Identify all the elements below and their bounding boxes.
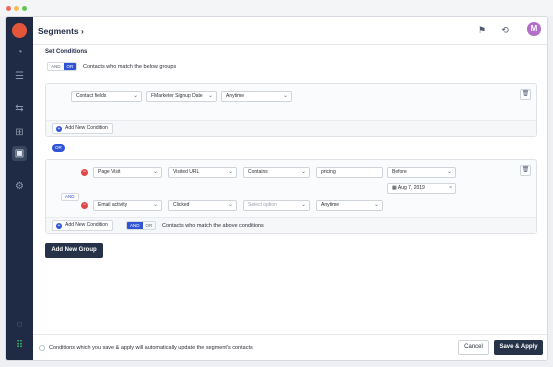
announcement-icon[interactable]: ⚑: [476, 24, 488, 36]
segment-editor: Set Conditions AND OR Contacts who match…: [33, 45, 547, 334]
option-select[interactable]: Select option ⌄: [243, 200, 310, 211]
save-apply-button[interactable]: Save & Apply: [494, 340, 543, 355]
conditions-and-tag[interactable]: AND: [61, 193, 79, 201]
info-icon: [39, 345, 45, 351]
delete-group-icon[interactable]: 🗑: [520, 165, 531, 176]
page-header: Segments › ⚑ ⟲ M: [33, 17, 547, 45]
chevron-down-icon: ⌄: [446, 169, 452, 175]
remove-condition-icon[interactable]: −: [81, 169, 88, 176]
conditions-and-or-toggle[interactable]: AND OR: [126, 221, 157, 230]
chevron-down-icon: ⌄: [152, 202, 158, 208]
help-icon[interactable]: ◌: [12, 317, 27, 332]
field-select[interactable]: Clicked ⌄: [168, 200, 237, 211]
or-option[interactable]: OR: [63, 63, 77, 70]
groups-and-or-toggle[interactable]: AND OR: [47, 62, 78, 71]
brand-logo-icon[interactable]: [12, 23, 27, 38]
or-option[interactable]: OR: [143, 222, 156, 229]
app-frame: ◔ ☰ ⇆ ⊞ ▣ ⚙ ◌ ⠿ Segments › ⚑ ⟲ M Set Con…: [5, 16, 548, 361]
group-footer: + Add New Condition AND OR Contacts who m…: [46, 217, 536, 233]
field-select[interactable]: Visited URL ⌄: [168, 167, 237, 178]
footer-note: Conditions which you save & apply will a…: [49, 345, 253, 351]
switch-icon[interactable]: ⟲: [499, 24, 511, 36]
calendar-icon: ▦: [392, 185, 397, 191]
remove-condition-icon[interactable]: −: [81, 202, 88, 209]
page-title[interactable]: Segments ›: [38, 26, 84, 36]
maximize-window-dot[interactable]: [22, 6, 27, 11]
filter-icon[interactable]: ☰: [12, 69, 27, 84]
chevron-down-icon: ⌄: [300, 202, 306, 208]
and-option[interactable]: AND: [48, 63, 64, 70]
plus-icon: +: [56, 223, 62, 229]
chevron-down-icon: ⌄: [227, 169, 233, 175]
groups-match-text: Contacts who match the below groups: [83, 64, 177, 70]
date-input[interactable]: ▦ Aug 7, 2019 ×: [387, 183, 456, 194]
chevron-down-icon: ⌄: [282, 93, 288, 99]
add-new-condition-button[interactable]: + Add New Condition: [52, 123, 113, 134]
field-type-select[interactable]: Email activity ⌄: [93, 200, 162, 211]
operator-select[interactable]: Contains ⌄: [243, 167, 310, 178]
window-titlebar: [0, 0, 553, 16]
chevron-down-icon: ⌄: [207, 93, 213, 99]
chevron-down-icon: ⌄: [152, 169, 158, 175]
value-input[interactable]: pricing: [316, 167, 383, 178]
chevron-down-icon: ⌄: [373, 202, 379, 208]
minimize-window-dot[interactable]: [14, 6, 19, 11]
field-type-select[interactable]: Page Visit ⌄: [93, 167, 162, 178]
and-option[interactable]: AND: [127, 222, 143, 229]
chevron-down-icon: ⌄: [300, 169, 306, 175]
time-select[interactable]: Anytime ⌄: [316, 200, 383, 211]
plus-icon: +: [56, 126, 62, 132]
field-type-select[interactable]: Contact fields ⌄: [71, 91, 142, 102]
delete-group-icon[interactable]: 🗑: [520, 89, 531, 100]
chevron-down-icon: ⌄: [132, 93, 138, 99]
field-select[interactable]: FMarketer Signup Date ⌄: [146, 91, 217, 102]
cancel-button[interactable]: Cancel: [458, 340, 489, 355]
clear-date-icon[interactable]: ×: [449, 184, 452, 193]
dashboard-icon[interactable]: ◔: [12, 45, 27, 60]
group-footer: + Add New Condition: [46, 120, 536, 136]
apps-grid-icon[interactable]: ⠿: [12, 338, 27, 353]
condition-group-1: Contact fields ⌄ FMarketer Signup Date ⌄ A…: [45, 83, 537, 137]
app-window: ◔ ☰ ⇆ ⊞ ▣ ⚙ ◌ ⠿ Segments › ⚑ ⟲ M Set Con…: [0, 0, 553, 367]
campaigns-icon[interactable]: ⇆: [12, 101, 27, 116]
condition-group-2: − Page Visit ⌄ Visited URL ⌄ Contains ⌄ pri…: [45, 159, 537, 234]
settings-icon[interactable]: ⚙: [12, 179, 27, 194]
or-connector-pill: OR: [52, 144, 65, 152]
time-select[interactable]: Anytime ⌄: [221, 91, 292, 102]
add-new-group-button[interactable]: Add New Group: [45, 243, 103, 258]
conditions-match-text: Contacts who match the above conditions: [162, 223, 264, 229]
sidebar: ◔ ☰ ⇆ ⊞ ▣ ⚙ ◌ ⠿: [6, 17, 33, 360]
add-new-condition-button[interactable]: + Add New Condition: [52, 220, 113, 231]
page-footer: Conditions which you save & apply will a…: [33, 334, 547, 360]
section-title: Set Conditions: [45, 49, 88, 55]
workflows-icon[interactable]: ⊞: [12, 125, 27, 140]
avatar[interactable]: M: [527, 22, 541, 36]
time-select[interactable]: Before ⌄: [387, 167, 456, 178]
chevron-down-icon: ⌄: [227, 202, 233, 208]
close-window-dot[interactable]: [6, 6, 11, 11]
contacts-icon[interactable]: ▣: [12, 146, 27, 161]
